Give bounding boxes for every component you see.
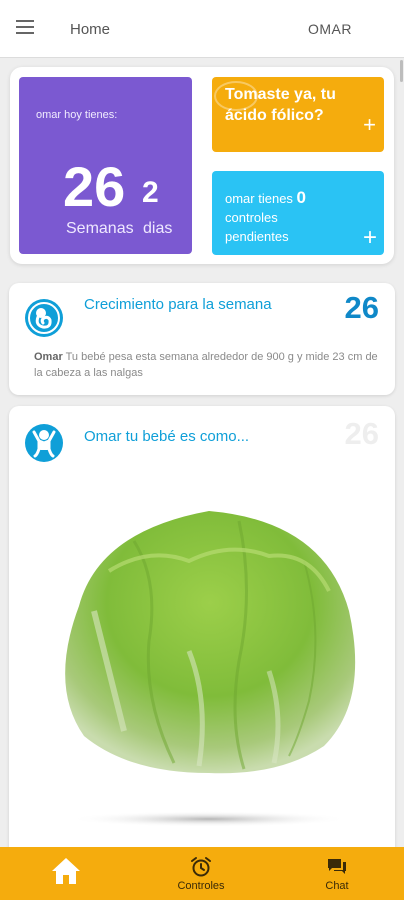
comparison-week-number: 26 [344, 416, 379, 451]
user-name[interactable]: OMAR [308, 21, 352, 37]
nav-controls-label: Controles [177, 880, 225, 892]
folic-acid-question: Tomaste ya, tu ácido fólico? [225, 86, 336, 124]
growth-text: Tu bebé pesa esta semana alrededor de 90… [34, 351, 378, 379]
menu-icon[interactable] [16, 20, 38, 38]
days-count: 2 [142, 176, 159, 209]
lettuce-image [65, 511, 356, 827]
growth-name: Omar [34, 351, 63, 363]
nav-home[interactable] [16, 847, 116, 900]
weeks-count: 26 [63, 155, 126, 218]
comparison-title: Omar tu bebé es como... [84, 428, 250, 445]
nav-chat-label: Chat [325, 880, 349, 892]
fetus-icon [25, 299, 63, 337]
growth-week-number: 26 [344, 290, 379, 325]
bottom-navigation: Controles Chat [0, 847, 404, 900]
growth-card[interactable]: Crecimiento para la semana 26 Omar Tu be… [9, 283, 395, 395]
summary-card: omar hoy tienes: 26 2 Semanas dias Tomas… [10, 67, 394, 264]
pending-controls-button[interactable]: omar tienes 0 controles pendientes + [212, 171, 384, 255]
alarm-clock-icon [191, 857, 211, 877]
page-title: Home [70, 21, 111, 38]
scrollbar[interactable] [400, 60, 403, 82]
home-icon [52, 858, 80, 884]
weeks-label: Semanas [66, 220, 134, 237]
controls-count: 0 [296, 188, 307, 207]
days-label: dias [143, 220, 173, 237]
growth-title: Crecimiento para la semana [84, 296, 272, 313]
chat-icon [328, 859, 346, 874]
folic-acid-button[interactable]: Tomaste ya, tu ácido fólico? + [212, 77, 384, 152]
pending-controls-text: omar tienes 0 controles pendientes [225, 188, 335, 246]
nav-chat[interactable]: Chat [287, 847, 387, 900]
weeks-greeting: omar hoy tienes: [36, 109, 118, 121]
pregnancy-weeks-tile: omar hoy tienes: 26 2 Semanas dias [19, 77, 192, 254]
plus-icon: + [362, 224, 377, 251]
size-comparison-card[interactable]: Omar tu bebé es como... 26 [9, 406, 395, 876]
app-bar: Home OMAR [0, 0, 404, 58]
nav-controls[interactable]: Controles [151, 847, 251, 900]
growth-description: Omar Tu bebé pesa esta semana alrededor … [34, 349, 382, 381]
controls-suffix: controles pendientes [225, 210, 289, 244]
baby-icon [25, 424, 63, 462]
controls-prefix: omar tienes [225, 191, 293, 206]
plus-icon: + [363, 112, 376, 137]
